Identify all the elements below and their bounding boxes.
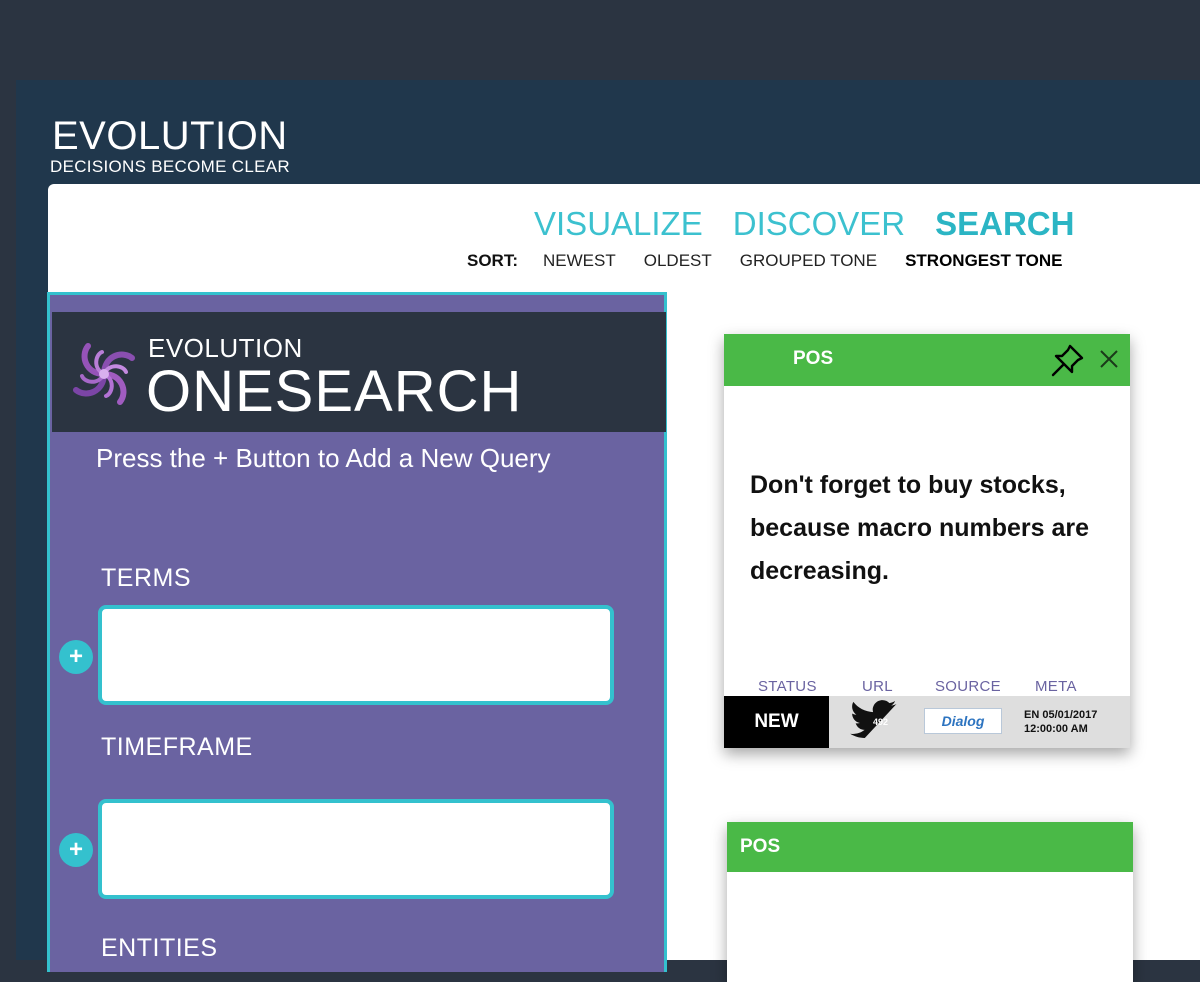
status-badge: NEW: [724, 696, 829, 748]
tone-tag: POS: [793, 348, 834, 369]
main-nav: VISUALIZE DISCOVER SEARCH: [534, 204, 1074, 244]
plus-icon: +: [68, 836, 83, 863]
sort-grouped-tone[interactable]: GROUPED TONE: [740, 251, 877, 271]
card-header: POS: [724, 334, 1130, 386]
url-label: URL: [862, 678, 893, 695]
onesearch-instruction: Press the + Button to Add a New Query: [96, 443, 551, 473]
app-tagline: DECISIONS BECOME CLEAR: [50, 157, 290, 176]
app-title: EVOLUTION: [52, 114, 288, 158]
meta-date: EN 05/01/2017: [1024, 709, 1098, 721]
tab-discover[interactable]: DISCOVER: [733, 204, 905, 244]
url-count: 492: [873, 717, 888, 727]
timeframe-input[interactable]: [98, 799, 614, 899]
swirl-logo-icon: [73, 343, 135, 405]
entities-label: ENTITIES: [101, 934, 218, 962]
meta-row: NEW 492 Dialog EN 05/01/2017 12:00:00 AM: [724, 696, 1130, 748]
sort-oldest[interactable]: OLDEST: [644, 251, 712, 271]
result-card[interactable]: POS Don't forget to buy stocks, because …: [724, 334, 1130, 748]
plus-icon: +: [68, 643, 83, 670]
add-terms-button[interactable]: +: [59, 640, 93, 674]
source-label: SOURCE: [935, 678, 1001, 695]
twitter-icon[interactable]: 492: [850, 700, 900, 744]
sort-label: SORT:: [467, 251, 518, 270]
add-timeframe-button[interactable]: +: [59, 833, 93, 867]
timeframe-label: TIMEFRAME: [101, 733, 253, 761]
tab-search[interactable]: SEARCH: [935, 204, 1074, 244]
tone-tag: POS: [740, 836, 781, 857]
result-card[interactable]: POS: [727, 822, 1133, 982]
status-label: STATUS: [758, 678, 817, 695]
sort-strongest-tone[interactable]: STRONGEST TONE: [905, 251, 1062, 271]
pin-icon[interactable]: [1048, 340, 1088, 380]
card-header: POS: [727, 822, 1133, 872]
sort-newest[interactable]: NEWEST: [543, 251, 616, 271]
meta-value: EN 05/01/2017 12:00:00 AM: [1024, 708, 1124, 736]
sort-bar: SORT: NEWEST OLDEST GROUPED TONE STRONGE…: [467, 250, 1063, 272]
source-logo[interactable]: Dialog: [924, 708, 1002, 734]
terms-label: TERMS: [101, 564, 191, 592]
close-icon[interactable]: [1098, 348, 1120, 370]
tab-visualize[interactable]: VISUALIZE: [534, 204, 703, 244]
onesearch-product: ONESEARCH: [146, 359, 523, 424]
meta-time: 12:00:00 AM: [1024, 723, 1088, 735]
meta-label: META: [1035, 678, 1077, 695]
card-text: Don't forget to buy stocks, because macr…: [750, 471, 1090, 585]
terms-input[interactable]: [98, 605, 614, 705]
